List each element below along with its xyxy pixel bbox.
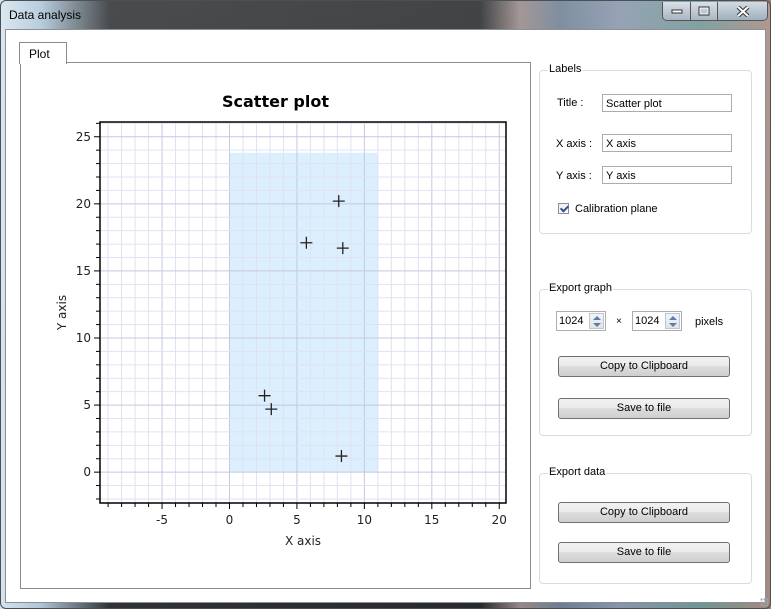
export-data-legend: Export data xyxy=(548,466,607,478)
tab-plot-label: Plot xyxy=(29,47,50,61)
export-graph-legend: Export graph xyxy=(548,282,613,294)
spin-down-icon[interactable] xyxy=(593,323,601,327)
export-width-spin-buttons[interactable] xyxy=(589,313,604,329)
window-controls xyxy=(662,2,768,21)
spin-up-icon[interactable] xyxy=(669,316,677,320)
x-tick-label: -5 xyxy=(156,513,168,527)
x-tick-label: 0 xyxy=(226,513,234,527)
title-label: Title : xyxy=(557,97,584,109)
minimize-icon xyxy=(671,9,682,14)
x-tick-label: 10 xyxy=(357,513,372,527)
title-input[interactable]: Scatter plot xyxy=(602,94,732,112)
export-width-value: 1024 xyxy=(559,315,584,327)
plot-panel: Scatter plot -5 0 5 10 15 20 0 5 10 15 20 25 X axis Y… xyxy=(20,62,531,589)
xaxis-input[interactable]: X axis xyxy=(602,134,732,152)
y-tick-label: 15 xyxy=(76,264,91,278)
calibration-plane-checkbox[interactable] xyxy=(558,203,569,214)
y-tick-label: 25 xyxy=(76,130,91,144)
window-title: Data analysis xyxy=(9,8,82,22)
export-height-spin-buttons[interactable] xyxy=(665,313,680,329)
x-axis-label: X axis xyxy=(285,534,321,548)
y-tick-label: 5 xyxy=(83,398,91,412)
y-tick-label: 10 xyxy=(76,331,91,345)
export-width-stepper[interactable]: 1024 xyxy=(556,311,606,331)
times-sign: × xyxy=(616,316,622,327)
close-icon xyxy=(736,5,749,17)
maximize-button[interactable] xyxy=(691,2,718,20)
y-tick-label: 20 xyxy=(76,197,91,211)
x-tick-label: 15 xyxy=(424,513,439,527)
labels-group-legend: Labels xyxy=(548,63,583,75)
calibration-plane-label: Calibration plane xyxy=(575,203,658,215)
export-height-stepper[interactable]: 1024 xyxy=(632,311,682,331)
xaxis-label: X axis : xyxy=(556,138,593,150)
maximize-icon xyxy=(698,6,710,16)
calibration-plane xyxy=(229,152,378,473)
export-data-save-button[interactable]: Save to file xyxy=(558,542,730,563)
export-data-copy-button[interactable]: Copy to Clipboard xyxy=(558,502,730,523)
x-tick-label: 20 xyxy=(492,513,507,527)
spin-down-icon[interactable] xyxy=(669,323,677,327)
scatter-chart: -5 0 5 10 15 20 0 5 10 15 20 25 X axis Y axis xyxy=(55,121,507,548)
spin-up-icon[interactable] xyxy=(593,316,601,320)
y-axis-label: Y axis xyxy=(55,295,69,331)
export-height-value: 1024 xyxy=(635,315,660,327)
minimize-button[interactable] xyxy=(663,2,691,20)
export-graph-copy-button[interactable]: Copy to Clipboard xyxy=(558,356,730,377)
yaxis-input[interactable]: Y axis xyxy=(602,166,732,184)
x-tick-label: 5 xyxy=(293,513,301,527)
close-button[interactable] xyxy=(718,2,767,20)
tab-plot[interactable]: Plot xyxy=(19,42,67,64)
export-graph-save-button[interactable]: Save to file xyxy=(558,398,730,419)
export-data-group: Export data xyxy=(539,466,752,584)
pixels-label: pixels xyxy=(695,316,724,328)
yaxis-label: Y axis : xyxy=(556,170,592,182)
resize-grip[interactable] xyxy=(760,598,768,606)
y-tick-label: 0 xyxy=(83,465,91,479)
